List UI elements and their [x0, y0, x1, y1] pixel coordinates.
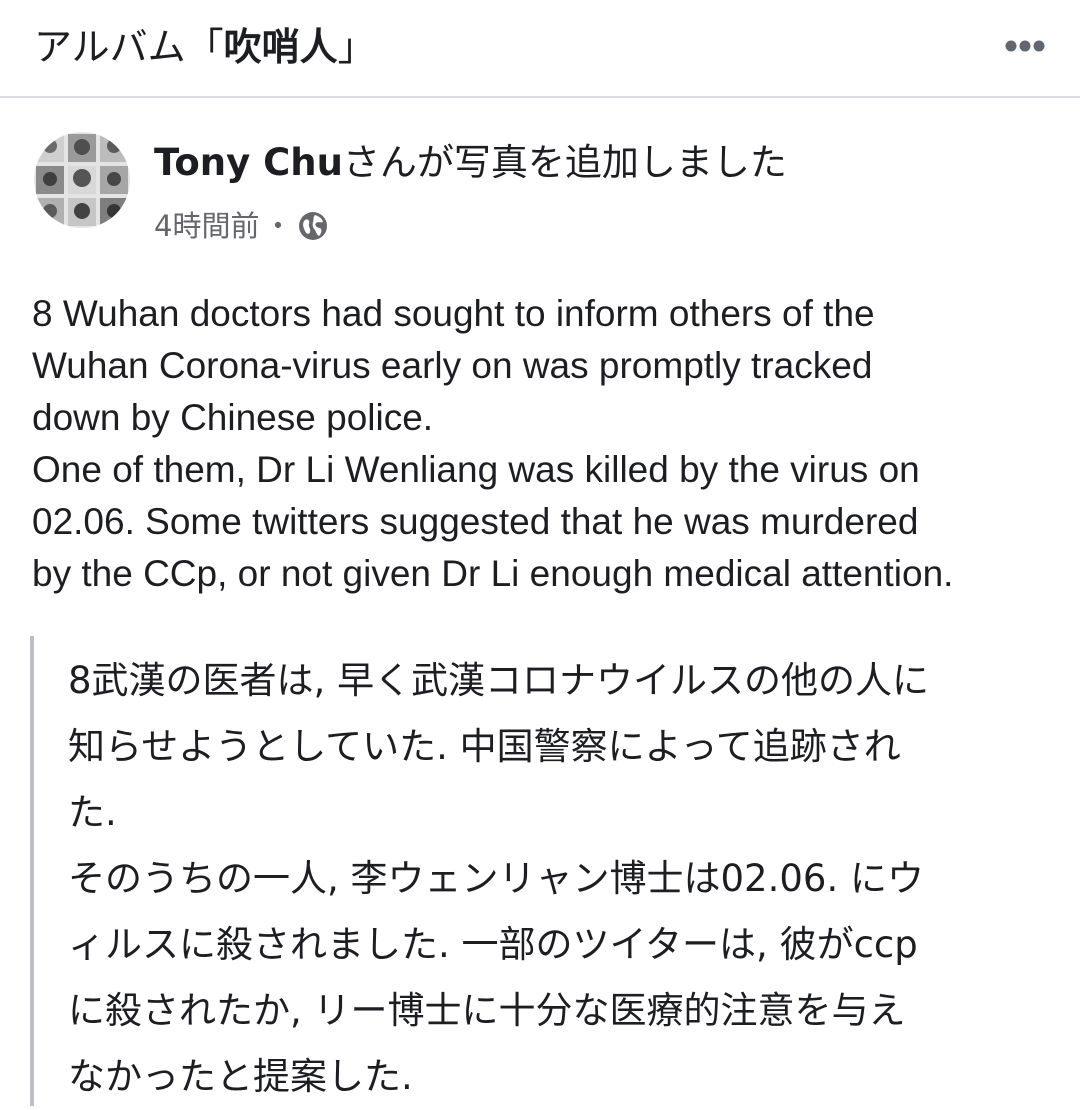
quote-line: なかったと提案した.	[68, 1055, 413, 1098]
meta-separator: ・	[263, 209, 293, 243]
post-body: 8 Wuhan doctors had sought to inform oth…	[32, 288, 1062, 600]
post-body-line: 02.06. Some twitters suggested that he w…	[32, 501, 919, 542]
quote-line: た.	[68, 791, 117, 834]
post-header-line: Tony Chuさんが写真を追加しました	[154, 138, 787, 188]
post-body-line: One of them, Dr Li Wenliang was killed b…	[32, 449, 920, 490]
quote-block: 8武漢の医者は, 早く武漢コロナウイルスの他の人に 知らせようとしていた. 中国…	[30, 636, 1060, 1106]
quote-line: に殺されたか, リー博士に十分な医療的注意を与え	[68, 989, 906, 1032]
post-action-text: さんが写真を追加しました	[342, 141, 787, 184]
post-body-line: 8 Wuhan doctors had sought to inform oth…	[32, 293, 875, 334]
post-body-line: Wuhan Corona-virus early on was promptly…	[32, 345, 873, 386]
globe-icon	[299, 212, 328, 240]
post-meta: 4時間前 ・	[154, 206, 328, 246]
album-title: アルバム「吹哨人」	[34, 22, 376, 72]
album-title-suffix: 」	[337, 25, 376, 69]
quote-line: ィルスに殺されました. 一部のツイターは, 彼がccp	[68, 923, 918, 966]
post-body-line: down by Chinese police.	[32, 397, 434, 438]
profile-avatar[interactable]	[34, 132, 130, 228]
quote-line: そのうちの一人, 李ウェンリャン博士は02.06. にウ	[68, 857, 924, 900]
album-name[interactable]: 吹哨人	[224, 25, 338, 69]
quote-text: 8武漢の医者は, 早く武漢コロナウイルスの他の人に 知らせようとしていた. 中国…	[68, 648, 929, 1110]
post-timestamp[interactable]: 4時間前	[154, 206, 259, 246]
quote-line: 知らせようとしていた. 中国警察によって追跡され	[68, 725, 901, 768]
album-title-prefix: アルバム「	[34, 25, 224, 69]
album-header: アルバム「吹哨人」	[0, 0, 1080, 98]
author-name[interactable]: Tony Chu	[154, 141, 343, 184]
post-body-line: by the CCp, or not given Dr Li enough me…	[32, 553, 954, 594]
more-options-icon[interactable]	[1004, 38, 1046, 54]
quote-line: 8武漢の医者は, 早く武漢コロナウイルスの他の人に	[68, 659, 930, 702]
